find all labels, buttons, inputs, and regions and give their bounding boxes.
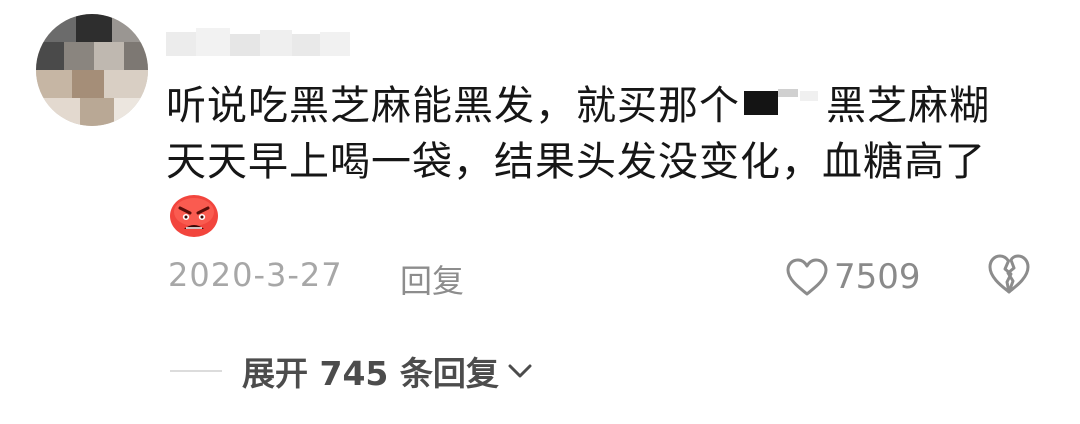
comment-line-1-end: 黑芝麻糊 — [826, 83, 990, 129]
comment-date: 2020-3-27 — [168, 256, 343, 294]
replies-section: 展开 745 条回复 — [170, 346, 535, 396]
user-avatar[interactable] — [36, 14, 148, 126]
username-blurred[interactable] — [166, 26, 356, 60]
dislike-button[interactable] — [986, 252, 1032, 300]
divider-line — [170, 370, 222, 372]
comment-line-2: 天天早上喝一袋，结果头发没变化，血糖高了 — [166, 139, 986, 185]
expand-replies-label: 展开 745 条回复 — [242, 354, 499, 393]
expand-replies-button[interactable]: 展开 745 条回复 — [242, 347, 535, 395]
comment-line-1: 听说吃黑芝麻能黑发，就买那个 黑芝麻糊 — [166, 78, 1046, 134]
like-count: 7509 — [834, 257, 921, 297]
comment-meta: 2020-3-27 回复 7509 — [168, 250, 1048, 304]
comment-text: 听说吃黑芝麻能黑发，就买那个 黑芝麻糊 天天早上喝一袋，结果头发没变化，血糖高了 — [166, 78, 1046, 190]
comment-line-1-start: 听说吃黑芝麻能黑发，就买那个 — [166, 83, 740, 129]
chevron-down-icon — [508, 364, 532, 378]
redacted-brand — [744, 84, 820, 124]
angry-face-icon — [168, 192, 220, 238]
heart-icon — [786, 258, 828, 296]
broken-heart-icon — [988, 254, 1030, 294]
reply-button[interactable]: 回复 — [400, 256, 464, 302]
like-button[interactable]: 7509 — [784, 252, 921, 302]
